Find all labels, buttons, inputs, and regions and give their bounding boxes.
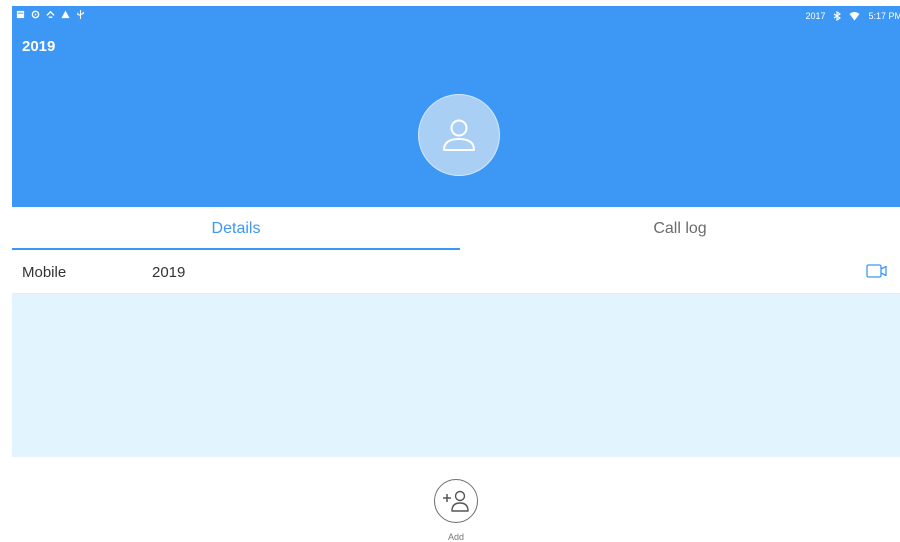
contact-header: 2017 5:17 PM 2019: [12, 6, 900, 207]
usb-icon: [77, 10, 84, 19]
empty-area: [12, 294, 900, 457]
notification-icon: [16, 10, 25, 19]
warning-icon: [61, 10, 70, 19]
phone-type-label: Mobile: [22, 264, 67, 281]
tab-details[interactable]: Details: [12, 207, 460, 250]
add-contact-button[interactable]: [434, 479, 478, 523]
status-text: 2017: [805, 11, 826, 21]
add-contact-icon: [443, 490, 469, 512]
phone-row-mobile[interactable]: Mobile 2019: [12, 250, 900, 294]
wifi-icon: [849, 12, 860, 21]
sync-icon: [46, 10, 55, 18]
video-call-icon[interactable]: [866, 263, 888, 279]
bluetooth-icon: [834, 11, 842, 21]
status-bar: 2017 5:17 PM: [12, 6, 900, 28]
add-label: Add: [447, 532, 464, 542]
tab-call-log[interactable]: Call log: [460, 207, 900, 250]
phone-number: 2019: [152, 264, 186, 281]
bottom-action-bar: Add: [12, 457, 900, 542]
person-icon: [443, 119, 475, 151]
contact-detail-screen: 2017 5:17 PM 2019 Details Call log Mobil…: [12, 6, 900, 542]
status-time: 5:17 PM: [868, 11, 900, 21]
tab-bar: Details Call log: [12, 207, 900, 250]
contact-title: 2019: [22, 38, 56, 55]
settings-notification-icon: [31, 10, 40, 19]
avatar: [418, 94, 500, 176]
